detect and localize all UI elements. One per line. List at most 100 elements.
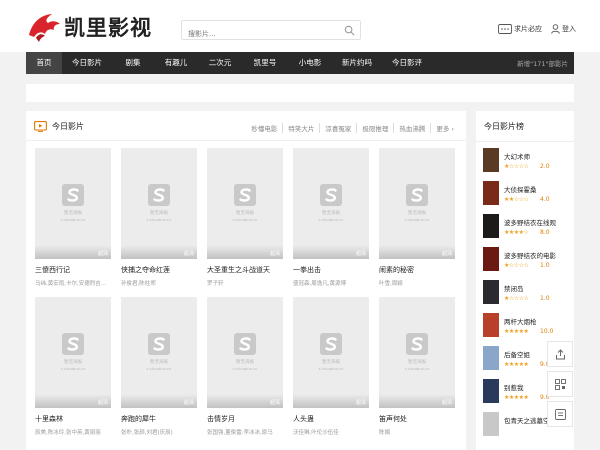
placeholder-caption: 暂无海报 [236,211,254,216]
movie-card[interactable]: 暂无海报 s.zhuobuv.cn 超清 十里森林 辰美,陈冰玲,张中英,黄丽丽 [35,297,111,436]
ranking-movie-name[interactable]: 两杆大烟枪 [504,316,537,326]
login-label: 登入 [562,25,576,33]
ranking-item[interactable]: 两杆大烟枪 ★★★★★ 10.0 [483,313,569,341]
movie-title[interactable]: 闹素的秘密 [379,265,455,275]
movie-card[interactable]: 暂无海报 s.zhuobuv.cn 超清 击情岁月 张国强,董俊雷,李冰冰,原马 [207,297,283,436]
movie-poster[interactable]: 暂无海报 s.zhuobuv.cn 超清 [207,297,283,408]
ranking-item[interactable]: 大侦探霍桑 ★★☆☆☆ 4.0 [483,181,569,209]
nav-item-series[interactable]: 剧集 [112,52,154,74]
feedback-float-button[interactable] [547,401,573,427]
placeholder-caption: 暂无海报 [236,360,254,365]
movie-title[interactable]: 击情岁月 [207,414,283,424]
movie-title[interactable]: 十里森林 [35,414,111,424]
ranking-thumbnail[interactable] [483,346,499,370]
ranking-thumbnail[interactable] [483,247,499,271]
ranking-movie-name[interactable]: 大侦探霍桑 [504,184,537,194]
panel-header: 今日影片 秒懂电影 特笑大片 凉喜冤家 极限推理 热血沸腾 更多 › [26,111,466,141]
nav-item-anime[interactable]: 二次元 [198,52,242,74]
nav-item-reviews[interactable]: 今日影评 [382,52,432,74]
ranking-item[interactable]: 波多野结衣在线观 ★★★★☆ 8.0 [483,214,569,242]
placeholder-subcaption: s.zhuobuv.cn [404,366,430,371]
ranking-movie-name[interactable]: 包青天之逃墓空 [504,415,550,425]
tab-comedy[interactable]: 特笑大片 [283,123,321,133]
nav-item-today-movies[interactable]: 今日影片 [62,52,112,74]
ranking-movie-name[interactable]: 禁闭岛 [504,283,524,293]
movie-card[interactable]: 暂无海报 s.zhuobuv.cn 超清 侠捕之夺命红莲 孙俊君,陈柱郑 [121,148,197,287]
edit-icon [554,408,566,420]
movie-title[interactable]: 大圣重生之斗战道天 [207,265,283,275]
movie-poster[interactable]: 暂无海报 s.zhuobuv.cn 超清 [379,297,455,408]
movie-poster[interactable]: 暂无海报 s.zhuobuv.cn 超清 [35,148,111,259]
movie-title[interactable]: 一拳出击 [293,265,369,275]
ranking-item[interactable]: 大幻术师 ★☆☆☆☆ 2.0 [483,148,569,176]
site-logo[interactable]: 凯里影视 [26,10,156,44]
ranking-thumbnail[interactable] [483,214,499,238]
tab-romance[interactable]: 凉喜冤家 [320,123,358,133]
movie-poster[interactable]: 暂无海报 s.zhuobuv.cn 超清 [379,148,455,259]
placeholder-subcaption: s.zhuobuv.cn [60,366,86,371]
ranking-item[interactable]: 禁闭岛 ★☆☆☆☆ 1.0 [483,280,569,308]
search-box[interactable] [181,20,361,43]
movie-poster[interactable]: 暂无海报 s.zhuobuv.cn 超清 [207,148,283,259]
ranking-item[interactable]: 波多野结衣的电影 ★☆☆☆☆ 1.0 [483,247,569,275]
movie-title[interactable]: 奔跑的犀牛 [121,414,197,424]
movie-title[interactable]: 人头蛊 [293,414,369,424]
movie-actors: 盛冠森,周逸凡,黄源博 [293,281,346,287]
movie-poster[interactable]: 暂无海报 s.zhuobuv.cn 超清 [121,297,197,408]
movie-actors: 罗子轩 [207,281,224,287]
tab-action[interactable]: 热血沸腾 [394,123,432,133]
rating-stars: ★☆☆☆☆ [504,163,529,170]
nav-item-short-films[interactable]: 小电影 [288,52,332,74]
movie-title[interactable]: 笛声何处 [379,414,455,424]
ranking-thumbnail[interactable] [483,280,499,304]
placeholder-caption: 暂无海报 [150,211,168,216]
movie-card[interactable]: 暂无海报 s.zhuobuv.cn 超清 笛声何处 陈娟 [379,297,455,436]
nav-item-new-releases[interactable]: 新片约吗 [332,52,382,74]
search-input[interactable] [182,25,332,43]
dragon-logo-icon [29,14,60,42]
placeholder-caption: 暂无海报 [150,360,168,365]
movie-poster[interactable]: 暂无海报 s.zhuobuv.cn 超清 [35,297,111,408]
movie-title[interactable]: 侠捕之夺命红莲 [121,265,197,275]
user-icon [551,24,560,34]
ranking-thumbnail[interactable] [483,313,499,337]
search-icon[interactable] [344,25,355,36]
quality-badge: 超清 [97,251,108,257]
rating-stars: ★★★★★ [504,361,529,368]
ranking-thumbnail[interactable] [483,412,499,436]
ranking-sidebar: 今日影片榜 大幻术师 ★☆☆☆☆ 2.0 大侦探霍桑 ★★☆☆☆ 4.0 波多野结衣在线观 ★… [476,111,574,450]
site-header: 凯里影视 求片必应 登入 [0,0,600,52]
ranking-thumbnail[interactable] [483,181,499,205]
movie-card[interactable]: 暂无海报 s.zhuobuv.cn 超清一拳出击盛冠森,周逸凡,黄源博 [293,148,369,287]
ranking-movie-name[interactable]: 波多野结衣的电影 [504,250,556,260]
movie-card[interactable]: 暂无海报 s.zhuobuv.cn 超清 奔跑的犀牛 张朴,张颜,刘君(庆辰) [121,297,197,436]
movie-poster[interactable]: 暂无海报 s.zhuobuv.cn 超清 [121,148,197,259]
movie-card[interactable]: 暂无海报 s.zhuobuv.cn 超清 人头蛊 沃佳琳,叶伦沙伍佳 [293,297,369,436]
movie-card[interactable]: 暂无海报 s.zhuobuv.cn 超清大圣重生之斗战道天罗子轩 [207,148,283,287]
ranking-movie-name[interactable]: 波多野结衣在线观 [504,217,556,227]
placeholder-caption: 暂无海报 [408,360,426,365]
movie-title[interactable]: 三傻西行记 [35,265,111,275]
ranking-movie-name[interactable]: 别惹我 [504,382,524,392]
ranking-thumbnail[interactable] [483,148,499,172]
feedback-link[interactable]: 求片必应 [498,24,542,34]
ranking-thumbnail[interactable] [483,379,499,403]
share-button[interactable] [547,341,573,367]
quality-badge: 超清 [269,251,280,257]
qrcode-button[interactable] [547,371,573,397]
login-link[interactable]: 登入 [551,24,576,34]
tab-more[interactable]: 更多 › [431,123,454,133]
movie-poster[interactable]: 暂无海报 s.zhuobuv.cn 超清 [293,297,369,408]
ranking-movie-name[interactable]: 大幻术师 [504,151,530,161]
placeholder-subcaption: s.zhuobuv.cn [146,366,172,371]
movie-poster[interactable]: 暂无海报 s.zhuobuv.cn 超清 [293,148,369,259]
movie-actors: 马纬,黄宏雨,卡尔,安德烈吉... [35,281,106,287]
nav-item-fun[interactable]: 有趣儿 [154,52,198,74]
ranking-movie-name[interactable]: 后备空姐 [504,349,530,359]
tab-quick-movies[interactable]: 秒懂电影 [246,123,284,133]
tab-mystery[interactable]: 极限推理 [357,123,395,133]
movie-card[interactable]: 暂无海报 s.zhuobuv.cn 超清三傻西行记马纬,黄宏雨,卡尔,安德烈吉... [35,148,111,287]
nav-item-home[interactable]: 首页 [26,52,62,74]
movie-card[interactable]: 暂无海报 s.zhuobuv.cn 超清 闹素的秘密 叶雪,周颖 [379,148,455,287]
nav-item-kaili-account[interactable]: 凯里号 [242,52,288,74]
